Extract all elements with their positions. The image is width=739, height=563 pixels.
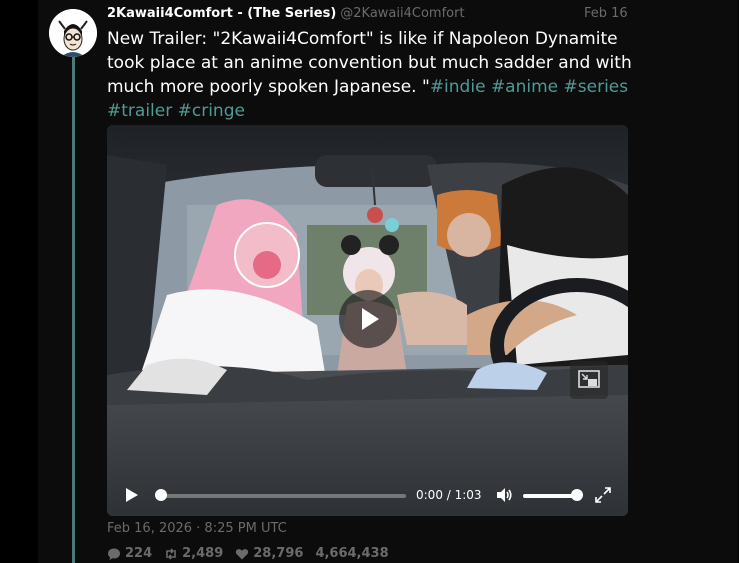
play-icon (362, 308, 379, 330)
fullscreen-icon[interactable] (595, 487, 611, 503)
picture-in-picture-button[interactable] (570, 361, 608, 399)
hashtag-series[interactable]: #series (564, 77, 629, 97)
hashtag-anime[interactable]: #anime (491, 77, 558, 97)
avatar[interactable] (49, 9, 97, 57)
post-stats: 224 2,489 28,796 4,664,438 (107, 546, 389, 561)
volume-handle[interactable] (571, 489, 583, 501)
progress-bar[interactable] (158, 494, 406, 498)
view-stat: 4,664,438 (315, 546, 388, 561)
volume-slider[interactable] (523, 494, 577, 498)
like-stat[interactable]: 28,796 (235, 546, 303, 561)
post-timestamp[interactable]: Feb 16, 2026 · 8:25 PM UTC (107, 521, 287, 536)
user-handle[interactable]: @2Kawaii4Comfort (340, 6, 464, 21)
play-overlay-button[interactable] (339, 290, 397, 348)
volume-icon[interactable] (495, 486, 513, 504)
reply-stat[interactable]: 224 (107, 546, 152, 561)
heart-icon (236, 548, 249, 559)
post-date[interactable]: Feb 16 (584, 6, 628, 21)
post-text: New Trailer: "2Kawaii4Comfort" is like i… (107, 27, 632, 123)
like-count: 28,796 (253, 546, 304, 561)
time-display: 0:00 / 1:03 (416, 488, 482, 502)
repost-count: 2,489 (182, 546, 224, 561)
hashtag-cringe[interactable]: #cringe (178, 101, 245, 121)
progress-handle[interactable] (155, 489, 167, 501)
post-header: 2Kawaii4Comfort - (The Series) @2Kawaii4C… (107, 6, 631, 21)
play-icon[interactable] (125, 487, 139, 503)
hashtag-indie[interactable]: #indie (430, 77, 486, 97)
thread-line (72, 57, 75, 563)
view-count: 4,664,438 (315, 546, 389, 561)
hashtag-trailer[interactable]: #trailer (107, 101, 172, 121)
display-name[interactable]: 2Kawaii4Comfort - (The Series) (107, 6, 336, 21)
reply-count: 224 (125, 546, 153, 561)
comment-icon (108, 548, 120, 560)
repost-icon (166, 547, 176, 560)
repost-stat[interactable]: 2,489 (164, 546, 223, 561)
picture-in-picture-icon (578, 370, 600, 388)
